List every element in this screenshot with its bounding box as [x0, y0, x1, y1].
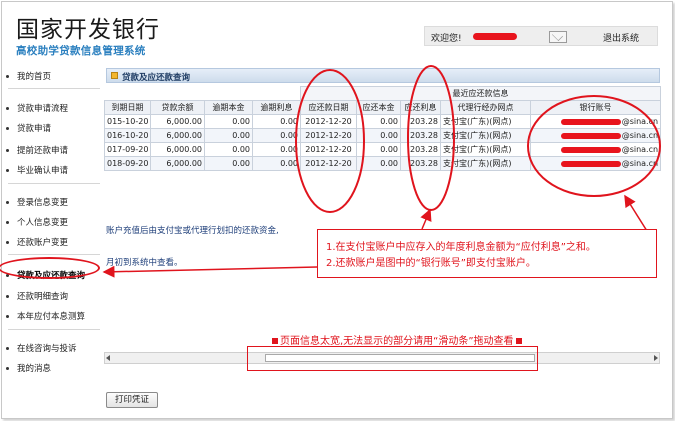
col-header: 贷款余额 [150, 100, 205, 115]
callout-line-1: 1.在支付宝账户中应存入的年度利息金额为“应付利息”之和。 [326, 242, 596, 253]
divider [8, 183, 100, 184]
loan-table: 最近应还款信息 到期日期 贷款余额 逾期本金 逾期利息 应还款日期 应还本金 应… [104, 86, 662, 171]
callout-line-2: 2.还款账户是图中的“银行账号”即支付宝账户。 [326, 258, 536, 269]
red-square-icon [272, 338, 278, 344]
note-text-1: 账户充值后由支付宝或代理行划扣的还款资金, [106, 226, 279, 236]
sidebar-item-personal-change[interactable]: 个人信息变更 [6, 216, 68, 228]
col-header: 应还本金 [356, 100, 401, 115]
bullet-icon [6, 315, 9, 318]
sidebar-item-loan-process[interactable]: 贷款申请流程 [6, 102, 68, 114]
bullet-icon [6, 221, 9, 224]
scroll-hint: 页面信息太宽,无法显示的部分请用“滑动条”拖动查看 [270, 332, 524, 347]
sidebar-item-home[interactable]: 我的首页 [6, 70, 51, 82]
bullet-icon [6, 127, 9, 130]
sidebar-item-repay-detail[interactable]: 还款明细查询 [6, 290, 68, 302]
bullet-icon [6, 367, 9, 370]
sidebar-item-messages[interactable]: 我的消息 [6, 362, 51, 374]
sidebar-item-loan-apply[interactable]: 贷款申请 [6, 122, 51, 134]
redacted-username [473, 33, 517, 40]
redacted-account [560, 160, 621, 167]
col-header: 到期日期 [104, 100, 151, 115]
col-header: 代理行经办网点 [440, 100, 531, 115]
sidebar-item-graduation[interactable]: 毕业确认申请 [6, 164, 68, 176]
welcome-text: 欢迎您! [431, 34, 462, 44]
folder-icon [111, 72, 118, 79]
scroll-left-icon[interactable] [106, 355, 110, 361]
redacted-account [560, 146, 621, 153]
table-row: 017-09-20 6,000.00 0.00 0.00 2012-12-20 0.00 2… [104, 142, 662, 157]
logout-link[interactable]: 退出系统 [603, 31, 639, 44]
col-header: 逾期利息 [252, 100, 301, 115]
redacted-account [560, 132, 621, 139]
col-header: 逾期本金 [204, 100, 253, 115]
bullet-icon [6, 75, 9, 78]
bank-logo-title: 国家开发银行 [16, 17, 160, 43]
sidebar-item-login-change[interactable]: 登录信息变更 [6, 196, 68, 208]
bullet-icon [6, 241, 9, 244]
sidebar-item-annual-calc[interactable]: 本年应付本息测算 [6, 310, 85, 322]
red-square-icon [515, 338, 522, 344]
col-header: 应还款日期 [300, 100, 357, 115]
scroll-right-icon[interactable] [654, 355, 658, 361]
table-row: 015-10-20 6,000.00 0.00 0.00 2012-12-20 0.00 2… [104, 114, 662, 129]
sidebar-item-account-change[interactable]: 还款账户变更 [6, 236, 68, 248]
mail-icon[interactable] [549, 31, 567, 43]
annotation-callout: 1.在支付宝账户中应存入的年度利息金额为“应付利息”之和。 2.还款账户是图中的… [317, 229, 657, 278]
active-item-highlight [0, 257, 100, 279]
print-voucher-button[interactable]: 打印凭证 [106, 392, 158, 408]
col-header: 应还利息 [400, 100, 441, 115]
table-row: 018-09-20 6,000.00 0.00 0.00 2012-12-20 0.00 2… [104, 156, 662, 171]
bullet-icon [6, 107, 9, 110]
bullet-icon [6, 295, 9, 298]
system-subtitle: 高校助学贷款信息管理系统 [16, 45, 146, 57]
redacted-account [560, 118, 621, 125]
col-header: 银行账号 [529, 100, 662, 115]
scrollbar-highlight-box [247, 346, 538, 371]
bullet-icon [6, 201, 9, 204]
user-bar: 欢迎您! 退出系统 [424, 26, 658, 46]
divider [8, 329, 100, 330]
divider [8, 88, 100, 89]
panel-header: 贷款及应还款查询 [106, 68, 660, 83]
divider [8, 254, 100, 255]
sidebar-item-early-repay[interactable]: 提前还款申请 [6, 144, 68, 156]
bullet-icon [6, 149, 9, 152]
sidebar-item-consult[interactable]: 在线咨询与投诉 [6, 342, 77, 354]
note-text-2: 月初到系统中查看。 [106, 258, 183, 268]
panel-title: 贷款及应还款查询 [122, 73, 191, 83]
table-row: 016-10-20 6,000.00 0.00 0.00 2012-12-20 0.00 2… [104, 128, 662, 143]
group-header: 最近应还款信息 [299, 86, 662, 101]
bullet-icon [6, 347, 9, 350]
bullet-icon [6, 169, 9, 172]
